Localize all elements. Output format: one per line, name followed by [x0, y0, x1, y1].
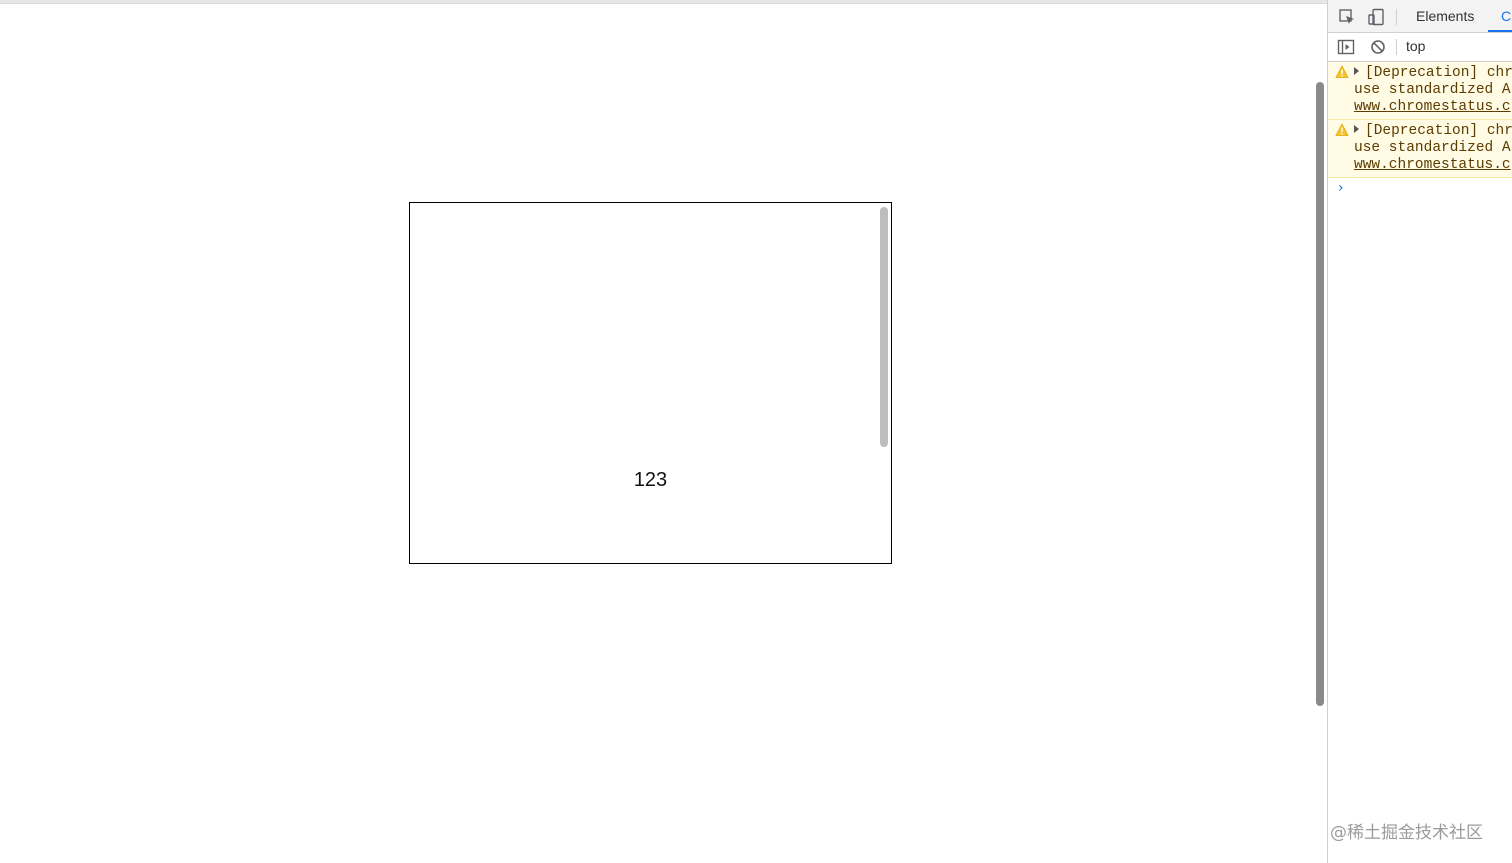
device-toolbar-icon[interactable] — [1367, 8, 1385, 26]
scroll-container[interactable]: 123 — [409, 202, 892, 564]
message-link[interactable]: www.chromestatus.c — [1354, 157, 1512, 174]
console-warning-message[interactable]: [Deprecation] chr use standardized A www… — [1328, 120, 1512, 178]
page-scrollbar[interactable] — [1313, 4, 1327, 863]
message-line: [Deprecation] chr — [1365, 123, 1512, 139]
warning-icon — [1335, 65, 1349, 79]
warning-icon — [1335, 123, 1349, 137]
tab-console[interactable]: C — [1501, 8, 1511, 24]
devtools-panel: Elements C top [Deprecation] chr use sta… — [1327, 0, 1512, 863]
expand-triangle-icon[interactable] — [1354, 125, 1359, 133]
container-scrollbar-thumb[interactable] — [880, 207, 888, 447]
demo-text: 123 — [633, 469, 668, 491]
tab-elements[interactable]: Elements — [1416, 8, 1474, 24]
console-warning-message[interactable]: [Deprecation] chr use standardized A www… — [1328, 62, 1512, 120]
clear-console-icon[interactable] — [1369, 38, 1387, 56]
active-tab-indicator — [1488, 30, 1512, 32]
toolbar-separator — [1396, 39, 1397, 55]
page-scrollbar-thumb[interactable] — [1316, 82, 1324, 706]
page-viewport: 123 — [0, 4, 1313, 863]
expand-triangle-icon[interactable] — [1354, 67, 1359, 75]
message-line: use standardized A — [1354, 82, 1511, 98]
console-messages: [Deprecation] chr use standardized A www… — [1328, 62, 1512, 198]
console-prompt[interactable]: › — [1328, 178, 1512, 198]
devtools-tabbar: Elements C — [1328, 0, 1512, 33]
screen: 123 Elements C top [Deprecation] chr use… — [0, 0, 1512, 863]
message-link[interactable]: www.chromestatus.c — [1354, 99, 1512, 116]
console-toolbar: top — [1328, 33, 1512, 62]
inspect-element-icon[interactable] — [1338, 8, 1356, 26]
tabbar-separator — [1396, 9, 1397, 25]
prompt-chevron-icon: › — [1338, 180, 1344, 196]
message-line: use standardized A — [1354, 140, 1511, 156]
show-sidebar-icon[interactable] — [1337, 38, 1355, 56]
message-line: [Deprecation] chr — [1365, 65, 1512, 81]
context-selector[interactable]: top — [1406, 38, 1425, 54]
watermark: @稀土掘金技术社区 — [1330, 823, 1483, 843]
